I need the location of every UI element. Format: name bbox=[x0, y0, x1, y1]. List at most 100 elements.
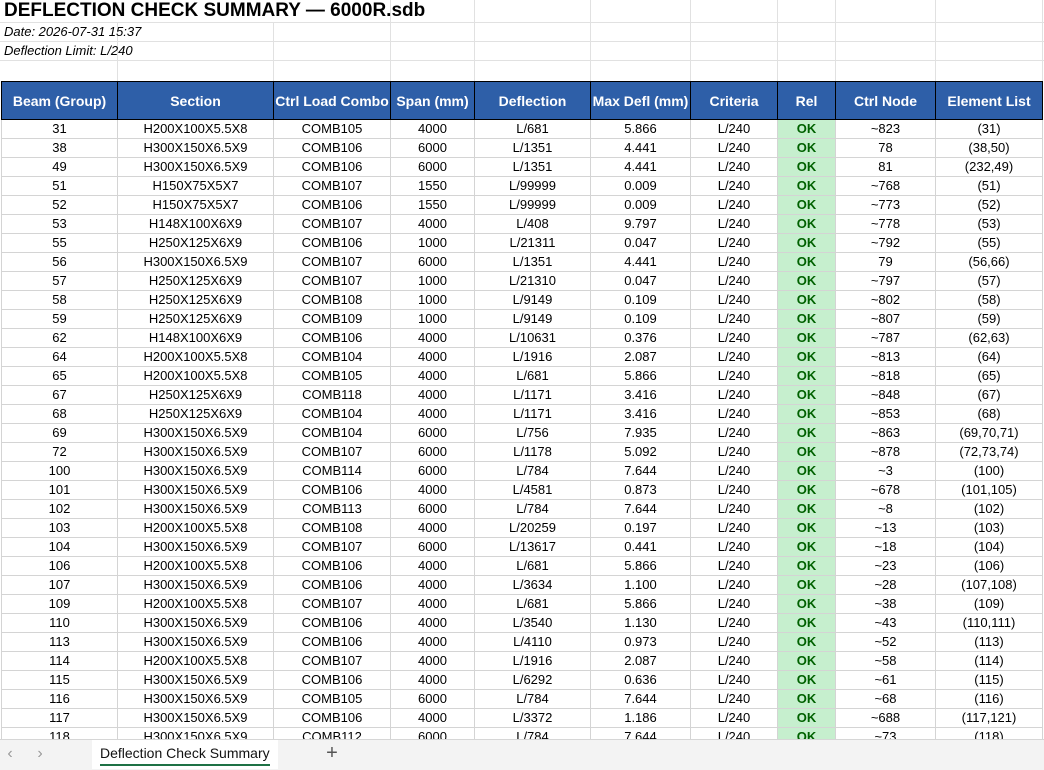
cell-deflection[interactable]: L/4110 bbox=[474, 632, 591, 652]
cell-ctrl-node[interactable]: ~848 bbox=[835, 385, 936, 405]
cell-deflection[interactable]: L/681 bbox=[474, 556, 591, 576]
cell-ctrl-node[interactable]: 79 bbox=[835, 252, 936, 272]
cell-span[interactable]: 4000 bbox=[390, 518, 475, 538]
header-deflection[interactable]: Deflection bbox=[474, 81, 591, 120]
cell-span[interactable]: 6000 bbox=[390, 499, 475, 519]
cell-section[interactable]: H148X100X6X9 bbox=[117, 328, 274, 348]
cell-criteria[interactable]: L/240 bbox=[690, 651, 778, 671]
cell-ctrl-node[interactable]: ~792 bbox=[835, 233, 936, 253]
cell-element-list[interactable]: (103) bbox=[935, 518, 1043, 538]
cell-element-list[interactable]: (58) bbox=[935, 290, 1043, 310]
cell-element-list[interactable]: (117,121) bbox=[935, 708, 1043, 728]
cell-span[interactable]: 4000 bbox=[390, 708, 475, 728]
cell-beam-group[interactable]: 53 bbox=[1, 214, 118, 234]
cell-section[interactable]: H200X100X5.5X8 bbox=[117, 651, 274, 671]
cell-beam-group[interactable]: 118 bbox=[1, 727, 118, 739]
cell-max-defl[interactable]: 4.441 bbox=[590, 138, 691, 158]
cell-max-defl[interactable]: 5.866 bbox=[590, 119, 691, 139]
cell-span[interactable]: 4000 bbox=[390, 594, 475, 614]
cell-ctrl-load-combo[interactable]: COMB104 bbox=[273, 404, 391, 424]
cell-deflection[interactable]: L/4581 bbox=[474, 480, 591, 500]
cell-criteria[interactable]: L/240 bbox=[690, 119, 778, 139]
cell-max-defl[interactable]: 4.441 bbox=[590, 157, 691, 177]
cell-beam-group[interactable]: 117 bbox=[1, 708, 118, 728]
cell-beam-group[interactable]: 69 bbox=[1, 423, 118, 443]
cell-beam-group[interactable]: 38 bbox=[1, 138, 118, 158]
cell-element-list[interactable]: (52) bbox=[935, 195, 1043, 215]
cell-beam-group[interactable]: 100 bbox=[1, 461, 118, 481]
cell-element-list[interactable]: (56,66) bbox=[935, 252, 1043, 272]
cell-span[interactable]: 4000 bbox=[390, 613, 475, 633]
cell-criteria[interactable]: L/240 bbox=[690, 594, 778, 614]
cell-ctrl-load-combo[interactable]: COMB106 bbox=[273, 157, 391, 177]
cell-ctrl-load-combo[interactable]: COMB105 bbox=[273, 119, 391, 139]
cell-max-defl[interactable]: 2.087 bbox=[590, 651, 691, 671]
cell-deflection[interactable]: L/3540 bbox=[474, 613, 591, 633]
cell-max-defl[interactable]: 0.109 bbox=[590, 309, 691, 329]
cell-ctrl-load-combo[interactable]: COMB105 bbox=[273, 366, 391, 386]
cell-deflection[interactable]: L/681 bbox=[474, 119, 591, 139]
cell-beam-group[interactable]: 67 bbox=[1, 385, 118, 405]
cell-ctrl-node[interactable]: ~678 bbox=[835, 480, 936, 500]
cell-beam-group[interactable]: 68 bbox=[1, 404, 118, 424]
cell-element-list[interactable]: (110,111) bbox=[935, 613, 1043, 633]
cell-span[interactable]: 4000 bbox=[390, 119, 475, 139]
cell-ctrl-node[interactable]: ~823 bbox=[835, 119, 936, 139]
header-span[interactable]: Span (mm) bbox=[390, 81, 475, 120]
cell-ctrl-node[interactable]: ~863 bbox=[835, 423, 936, 443]
cell-deflection[interactable]: L/99999 bbox=[474, 195, 591, 215]
cell-element-list[interactable]: (69,70,71) bbox=[935, 423, 1043, 443]
cell-beam-group[interactable]: 65 bbox=[1, 366, 118, 386]
cell-span[interactable]: 6000 bbox=[390, 461, 475, 481]
cell-criteria[interactable]: L/240 bbox=[690, 176, 778, 196]
cell-ctrl-node[interactable]: ~43 bbox=[835, 613, 936, 633]
cell-element-list[interactable]: (65) bbox=[935, 366, 1043, 386]
cell-section[interactable]: H300X150X6.5X9 bbox=[117, 575, 274, 595]
cell-rel[interactable]: OK bbox=[777, 651, 836, 671]
cell-element-list[interactable]: (57) bbox=[935, 271, 1043, 291]
cell-section[interactable]: H250X125X6X9 bbox=[117, 404, 274, 424]
cell-element-list[interactable]: (67) bbox=[935, 385, 1043, 405]
cell-element-list[interactable]: (109) bbox=[935, 594, 1043, 614]
cell-criteria[interactable]: L/240 bbox=[690, 537, 778, 557]
cell-section[interactable]: H300X150X6.5X9 bbox=[117, 423, 274, 443]
cell-criteria[interactable]: L/240 bbox=[690, 423, 778, 443]
cell-element-list[interactable]: (55) bbox=[935, 233, 1043, 253]
cell-ctrl-node[interactable]: ~8 bbox=[835, 499, 936, 519]
cell-element-list[interactable]: (62,63) bbox=[935, 328, 1043, 348]
cell-section[interactable]: H300X150X6.5X9 bbox=[117, 689, 274, 709]
cell-criteria[interactable]: L/240 bbox=[690, 461, 778, 481]
cell-deflection[interactable]: L/1351 bbox=[474, 138, 591, 158]
cell-element-list[interactable]: (72,73,74) bbox=[935, 442, 1043, 462]
cell-max-defl[interactable]: 7.935 bbox=[590, 423, 691, 443]
cell-ctrl-load-combo[interactable]: COMB106 bbox=[273, 480, 391, 500]
cell-max-defl[interactable]: 0.047 bbox=[590, 271, 691, 291]
cell-ctrl-node[interactable]: ~802 bbox=[835, 290, 936, 310]
cell-criteria[interactable]: L/240 bbox=[690, 214, 778, 234]
cell-beam-group[interactable]: 101 bbox=[1, 480, 118, 500]
cell-rel[interactable]: OK bbox=[777, 252, 836, 272]
cell-deflection[interactable]: L/1351 bbox=[474, 252, 591, 272]
cell-criteria[interactable]: L/240 bbox=[690, 157, 778, 177]
cell-element-list[interactable]: (59) bbox=[935, 309, 1043, 329]
cell-criteria[interactable]: L/240 bbox=[690, 442, 778, 462]
cell-element-list[interactable]: (102) bbox=[935, 499, 1043, 519]
cell-max-defl[interactable]: 7.644 bbox=[590, 727, 691, 739]
cell-rel[interactable]: OK bbox=[777, 157, 836, 177]
cell-beam-group[interactable]: 72 bbox=[1, 442, 118, 462]
cell-span[interactable]: 1000 bbox=[390, 309, 475, 329]
cell-max-defl[interactable]: 5.092 bbox=[590, 442, 691, 462]
cell-criteria[interactable]: L/240 bbox=[690, 195, 778, 215]
cell-span[interactable]: 4000 bbox=[390, 670, 475, 690]
cell-ctrl-load-combo[interactable]: COMB106 bbox=[273, 708, 391, 728]
cell-rel[interactable]: OK bbox=[777, 442, 836, 462]
cell-ctrl-node[interactable]: 78 bbox=[835, 138, 936, 158]
cell-section[interactable]: H300X150X6.5X9 bbox=[117, 480, 274, 500]
cell-section[interactable]: H300X150X6.5X9 bbox=[117, 670, 274, 690]
cell-max-defl[interactable]: 0.197 bbox=[590, 518, 691, 538]
cell-max-defl[interactable]: 1.186 bbox=[590, 708, 691, 728]
cell-beam-group[interactable]: 110 bbox=[1, 613, 118, 633]
cell-beam-group[interactable]: 114 bbox=[1, 651, 118, 671]
cell-ctrl-node[interactable]: ~52 bbox=[835, 632, 936, 652]
cell-deflection[interactable]: L/1171 bbox=[474, 385, 591, 405]
